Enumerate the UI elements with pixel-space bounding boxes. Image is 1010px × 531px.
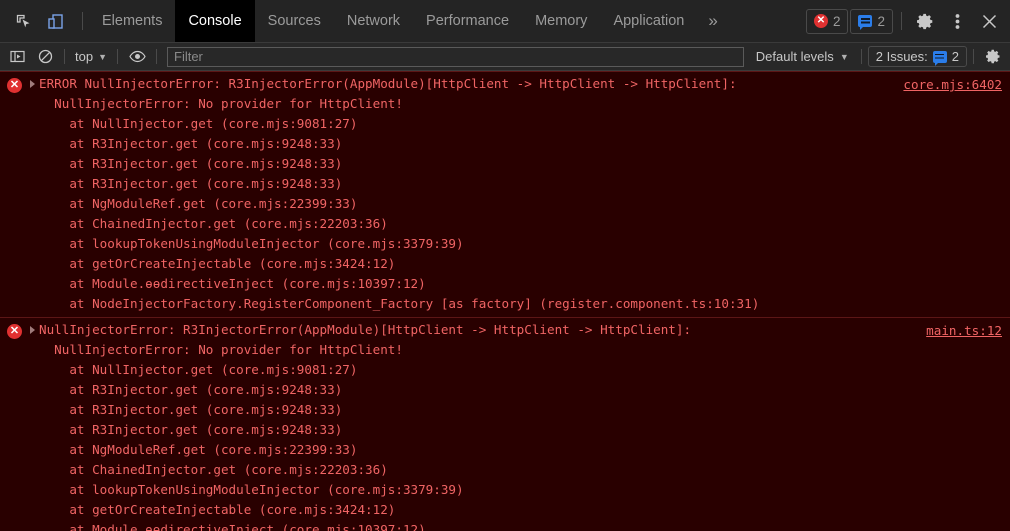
filterbar-divider-4 — [860, 49, 862, 64]
stack-line: at R3Injector.get (core.mjs:9248:33) — [39, 136, 343, 151]
tab-sources[interactable]: Sources — [255, 0, 334, 42]
tab-console[interactable]: Console — [175, 0, 255, 42]
stack-line: at getOrCreateInjectable (core.mjs:3424:… — [39, 256, 396, 271]
message-icon — [858, 15, 873, 30]
kebab-menu-icon[interactable] — [942, 6, 972, 36]
more-tabs-label: » — [708, 11, 718, 30]
log-levels-selector[interactable]: Default levels ▼ — [750, 49, 855, 64]
stack-line: at Module.ɵɵdirectiveInject (core.mjs:10… — [39, 276, 426, 291]
tab-label: Elements — [102, 13, 163, 29]
error-icon: ✕ — [813, 14, 828, 28]
error-icon: ✕ — [7, 78, 22, 93]
tab-label: Memory — [535, 13, 588, 29]
tab-label: Sources — [267, 13, 321, 29]
stack-line: at ChainedInjector.get (core.mjs:22203:3… — [39, 462, 388, 477]
more-tabs-icon[interactable]: » — [697, 0, 728, 42]
device-toolbar-icon[interactable] — [40, 6, 70, 36]
tab-label: Network — [346, 13, 401, 29]
filterbar-divider-3 — [156, 49, 157, 64]
tabbar-left-icons — [0, 0, 76, 42]
console-settings-icon[interactable] — [980, 46, 1006, 68]
message-icon — [932, 50, 947, 66]
close-icon[interactable] — [974, 6, 1004, 36]
execution-context-label: top — [75, 49, 94, 64]
stack-line: at lookupTokenUsingModuleInjector (core.… — [39, 236, 464, 251]
expand-arrow-icon[interactable] — [30, 80, 35, 88]
stack-line: at ChainedInjector.get (core.mjs:22203:3… — [39, 216, 388, 231]
clear-console-icon[interactable] — [32, 46, 58, 68]
stack-line: at NgModuleRef.get (core.mjs:22399:33) — [39, 442, 358, 457]
stack-line: at R3Injector.get (core.mjs:9248:33) — [39, 422, 343, 437]
stack-line: at NodeInjectorFactory.RegisterComponent… — [39, 296, 760, 311]
error-icon: ✕ — [7, 324, 22, 339]
tab-elements[interactable]: Elements — [89, 0, 175, 42]
tab-label: Application — [613, 13, 685, 29]
issues-count-label: 2 — [951, 49, 959, 64]
console-message-header: NullInjectorError: R3InjectorError(AppMo… — [39, 322, 692, 337]
issues-label: 2 Issues: — [875, 49, 928, 64]
stack-line: at NullInjector.get (core.mjs:9081:27) — [39, 116, 358, 131]
chevron-down-icon: ▼ — [98, 51, 107, 62]
filterbar-divider-5 — [973, 49, 974, 64]
live-expression-icon[interactable] — [124, 46, 150, 68]
console-filter-toolbar: top ▼ Default levels ▼ 2 Issues: 2 — [0, 43, 1010, 71]
console-message-list[interactable]: ✕ core.mjs:6402 ERROR NullInjectorError:… — [0, 71, 1010, 531]
stack-line: at Module.ɵɵdirectiveInject (core.mjs:10… — [39, 522, 426, 531]
inspect-element-icon[interactable] — [8, 6, 38, 36]
execution-context-selector[interactable]: top ▼ — [71, 49, 111, 64]
stack-line: at R3Injector.get (core.mjs:9248:33) — [39, 176, 343, 191]
message-count-label: 2 — [877, 13, 885, 29]
issues-button[interactable]: 2 Issues: 2 — [867, 46, 967, 67]
show-console-sidebar-icon[interactable] — [4, 46, 30, 68]
tabbar-right-icons: ✕ 2 2 — [805, 0, 1010, 42]
tab-label: Console — [188, 13, 242, 29]
stack-line: at NullInjector.get (core.mjs:9081:27) — [39, 362, 358, 377]
chevron-down-icon: ▼ — [839, 51, 849, 62]
stack-line: at getOrCreateInjectable (core.mjs:3424:… — [39, 502, 396, 517]
filterbar-divider-2 — [117, 49, 118, 64]
stack-line: at NgModuleRef.get (core.mjs:22399:33) — [39, 196, 358, 211]
error-count-label: 2 — [832, 13, 841, 29]
tab-network[interactable]: Network — [334, 0, 413, 42]
devtools-tabbar: Elements Console Sources Network Perform… — [0, 0, 1010, 43]
tabbar-divider — [82, 12, 83, 30]
stack-line: at R3Injector.get (core.mjs:9248:33) — [39, 402, 343, 417]
tab-label: Performance — [426, 13, 510, 29]
log-levels-label: Default levels — [755, 49, 834, 64]
tab-application[interactable]: Application — [600, 0, 697, 42]
console-message-header: ERROR NullInjectorError: R3InjectorError… — [39, 76, 737, 91]
source-link[interactable]: core.mjs:6402 — [903, 75, 1002, 95]
stack-line: at R3Injector.get (core.mjs:9248:33) — [39, 382, 343, 397]
stack-line: NullInjectorError: No provider for HttpC… — [39, 96, 403, 111]
console-message-row[interactable]: ✕ core.mjs:6402 ERROR NullInjectorError:… — [0, 71, 1010, 318]
expand-arrow-icon[interactable] — [30, 326, 35, 334]
message-counter[interactable]: 2 — [850, 8, 893, 34]
tab-performance[interactable]: Performance — [413, 0, 522, 42]
error-counter[interactable]: ✕ 2 — [805, 8, 849, 34]
stack-line: at lookupTokenUsingModuleInjector (core.… — [39, 482, 464, 497]
panel-tabs: Elements Console Sources Network Perform… — [89, 0, 729, 42]
filterbar-divider-1 — [64, 49, 65, 64]
tab-memory[interactable]: Memory — [522, 0, 600, 42]
console-message-row[interactable]: ✕ main.ts:12 NullInjectorError: R3Inject… — [0, 318, 1010, 531]
tabbar-right-divider — [901, 12, 902, 30]
source-link[interactable]: main.ts:12 — [926, 321, 1002, 341]
gear-icon[interactable] — [910, 6, 940, 36]
stack-line: NullInjectorError: No provider for HttpC… — [39, 342, 403, 357]
filter-input[interactable] — [167, 46, 744, 67]
stack-line: at R3Injector.get (core.mjs:9248:33) — [39, 156, 343, 171]
